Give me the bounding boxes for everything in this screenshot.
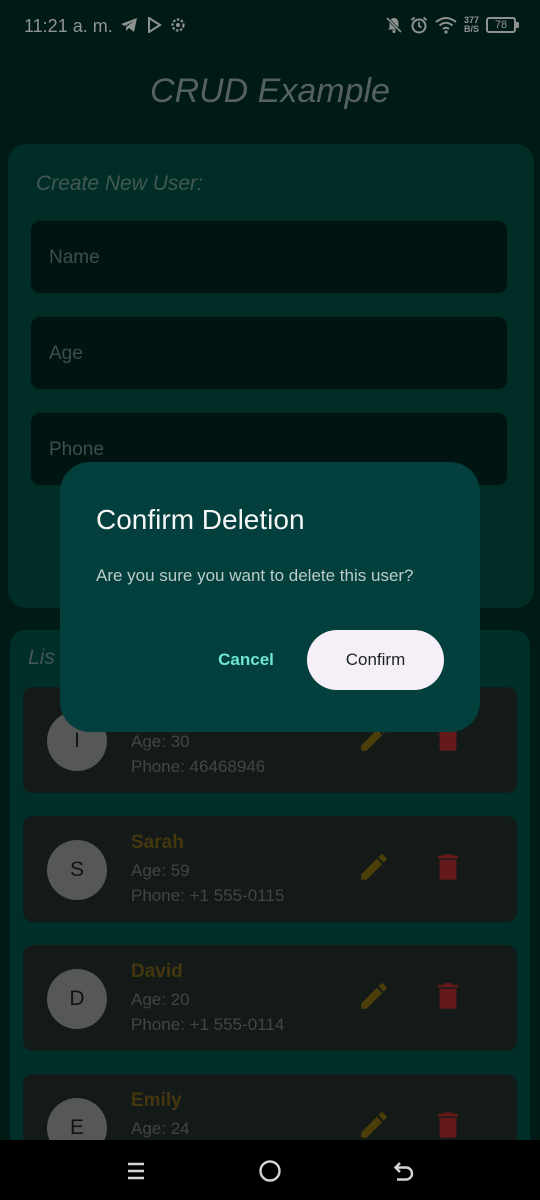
confirm-deletion-dialog: Confirm Deletion Are you sure you want t… (60, 462, 480, 732)
dialog-message: Are you sure you want to delete this use… (96, 566, 414, 585)
home-icon[interactable] (257, 1158, 283, 1184)
back-icon[interactable] (391, 1158, 417, 1184)
confirm-button[interactable]: Confirm (307, 630, 444, 690)
dialog-title: Confirm Deletion (96, 504, 305, 535)
recent-apps-icon[interactable] (123, 1158, 149, 1184)
app-screen: 11:21 a. m. 377 B/S 78 CRUD Example Crea… (0, 0, 540, 1200)
cancel-button[interactable]: Cancel (204, 630, 288, 690)
navigation-bar (0, 1140, 540, 1200)
